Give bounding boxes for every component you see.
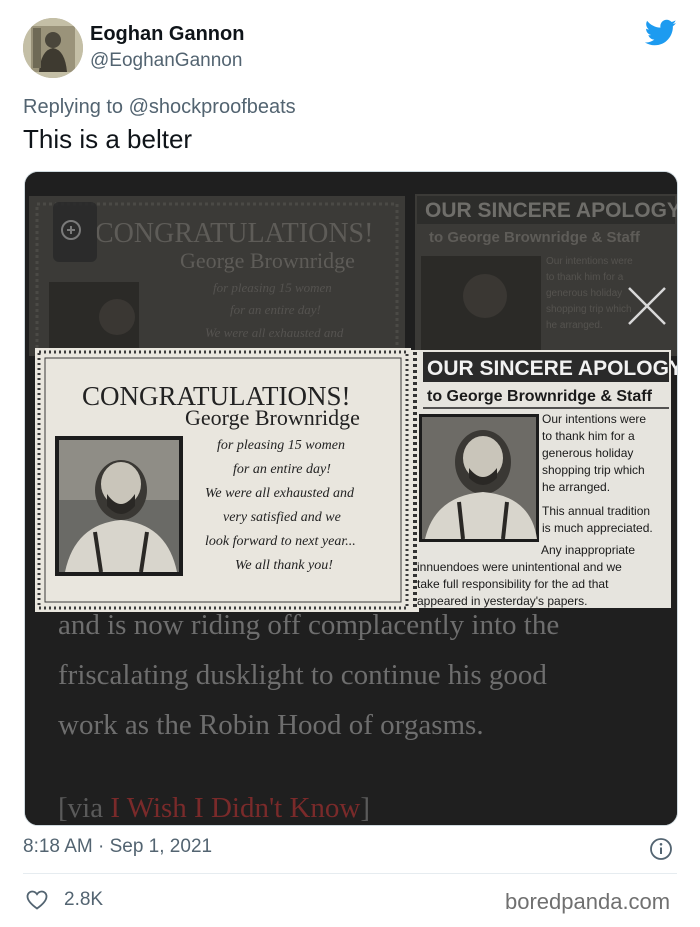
apology-line: Our intentions were <box>542 412 646 426</box>
bg-apology-line: Our intentions were <box>546 256 633 267</box>
article-line: friscalating dusklight to continue his g… <box>58 659 547 691</box>
avatar-image <box>23 18 83 78</box>
reply-context: Replying to @shockproofbeats <box>23 96 296 119</box>
apology-subtitle: to George Brownridge & Staff <box>427 388 653 405</box>
background-apology: OUR SINCERE APOLOGY to George Brownridge… <box>415 194 677 356</box>
bg-apology-line: generous holiday <box>546 288 622 299</box>
congrats-line: for an entire day! <box>233 462 331 477</box>
via-link[interactable]: I Wish I Didn't Know <box>110 792 360 824</box>
article-via: [via I Wish I Didn't Know] <box>58 792 370 825</box>
avatar[interactable] <box>23 18 83 78</box>
bg-congrats-line: for pleasing 15 women <box>213 280 332 295</box>
bg-congrats-title: CONGRATULATIONS! <box>95 218 373 249</box>
apology-line: shopping trip which <box>542 463 645 477</box>
bg-apology-line: he arranged. <box>546 320 603 331</box>
apology-line: generous holiday <box>542 446 633 460</box>
congrats-line: for pleasing 15 women <box>217 438 345 453</box>
apology-line: to thank him for a <box>542 429 635 443</box>
info-icon[interactable] <box>649 837 673 861</box>
twitter-bird-icon[interactable] <box>645 19 677 47</box>
apology-clipping: OUR SINCERE APOLOGY to George Brownridge… <box>417 350 677 608</box>
article-line: work as the Robin Hood of orgasms. <box>58 709 484 741</box>
bg-congrats-line: for an entire day! <box>230 302 321 317</box>
source-watermark: boredpanda.com <box>505 889 671 914</box>
tweet-text: This is a belter <box>23 124 193 154</box>
congrats-line: look forward to next year... <box>205 534 356 549</box>
reply-prefix: Replying to <box>23 96 124 118</box>
apology-footer: take full responsibility for the ad that <box>417 577 609 591</box>
tweet-media[interactable]: CONGRATULATIONS! George Brownridge for p… <box>24 171 678 826</box>
divider <box>23 873 677 874</box>
apology-footer: innuendoes were unintentional and we <box>417 560 622 574</box>
congrats-clipping: CONGRATULATIONS! George Brownridge for p… <box>35 348 411 612</box>
heart-icon[interactable] <box>25 888 49 912</box>
apology-tradition: is much appreciated. <box>542 521 653 535</box>
bg-apology-line: to thank him for a <box>546 272 624 283</box>
bg-congrats-line: We were all exhausted and <box>205 325 344 340</box>
bg-apology-title: OUR SINCERE APOLOGY <box>425 199 677 222</box>
bg-apology-sub: to George Brownridge & Staff <box>429 229 641 246</box>
bg-congrats-name: George Brownridge <box>180 248 355 273</box>
author-name[interactable]: Eoghan Gannon <box>90 23 244 46</box>
congrats-line: very satisfied and we <box>223 510 341 525</box>
congrats-line: We were all exhausted and <box>205 486 355 501</box>
apology-title: OUR SINCERE APOLOGY <box>427 357 677 380</box>
congrats-name: George Brownridge <box>185 405 360 430</box>
apology-tradition: This annual tradition <box>542 504 650 518</box>
apology-line: he arranged. <box>542 480 610 494</box>
via-suffix: ] <box>360 792 371 824</box>
author-handle[interactable]: @EoghanGannon <box>90 50 242 72</box>
apology-footer: appeared in yesterday's papers. <box>417 594 587 608</box>
apology-footer: Any inappropriate <box>541 543 635 557</box>
reply-mention-link[interactable]: @shockproofbeats <box>129 96 296 118</box>
tweet-timestamp[interactable]: 8:18 AM · Sep 1, 2021 <box>23 836 212 858</box>
article-line: and is now riding off complacently into … <box>58 609 560 641</box>
bg-apology-line: shopping trip which <box>546 304 632 315</box>
congrats-line: We all thank you! <box>235 558 333 573</box>
zoom-icon[interactable] <box>53 202 97 262</box>
like-count: 2.8K <box>64 889 104 910</box>
via-prefix: [via <box>58 792 111 824</box>
